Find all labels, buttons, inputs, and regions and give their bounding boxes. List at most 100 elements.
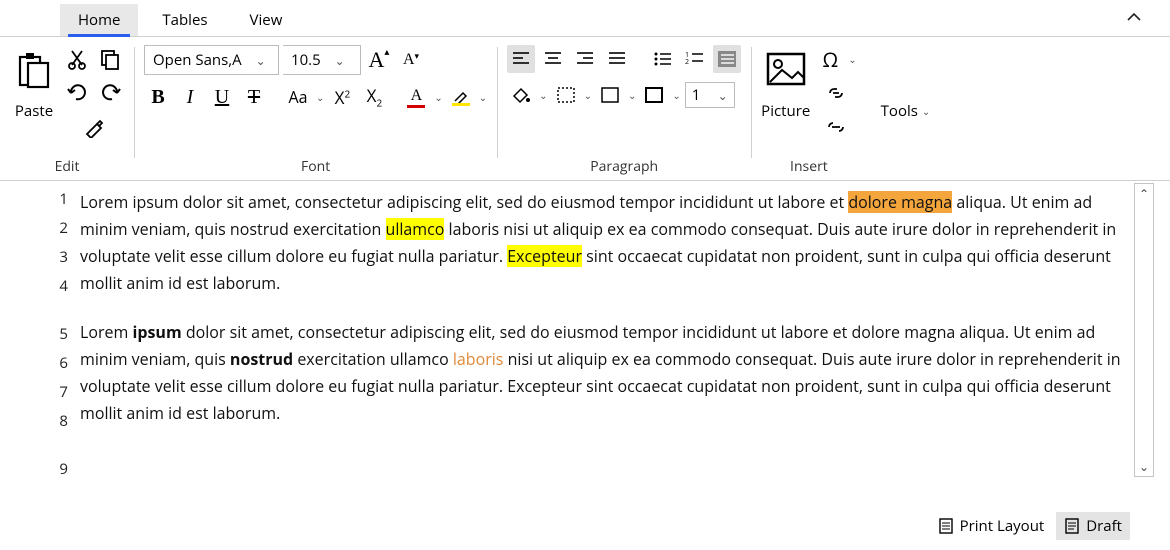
fill-color-button[interactable]: [507, 81, 535, 109]
line-number: 4: [59, 276, 68, 296]
scroll-up-icon[interactable]: ⌃: [1139, 184, 1149, 203]
font-size-value: 10.5: [283, 50, 329, 70]
copy-button[interactable]: [96, 45, 124, 73]
chevron-down-icon[interactable]: ⌄: [316, 90, 324, 104]
tab-home[interactable]: Home: [60, 4, 138, 36]
grow-font-button[interactable]: A▴: [365, 46, 393, 74]
cut-button[interactable]: [64, 45, 92, 73]
chevron-down-icon[interactable]: ⌄: [628, 88, 636, 102]
chevron-down-icon[interactable]: ⌄: [584, 88, 592, 102]
colored-text: laboris: [453, 348, 504, 370]
insert-hyperlink-button[interactable]: [822, 79, 850, 107]
border-style-button[interactable]: [596, 81, 624, 109]
chevron-down-icon[interactable]: ⌄: [329, 52, 351, 69]
scroll-down-icon[interactable]: ⌄: [1139, 457, 1149, 476]
tools-menu-button[interactable]: Tools ⌄: [871, 95, 941, 127]
chevron-down-icon[interactable]: ⌄: [712, 87, 734, 104]
bold-text: ipsum: [132, 321, 181, 343]
highlight-color-button[interactable]: [447, 83, 475, 111]
document-area: 1 2 3 4 5 6 7 8 9 Lorem ipsum dolor sit …: [0, 181, 1170, 479]
undo-button[interactable]: [64, 79, 92, 107]
line-numbering-button[interactable]: [713, 45, 741, 73]
align-justify-button[interactable]: [603, 45, 631, 73]
line-number: 1: [59, 189, 68, 209]
change-case-button[interactable]: Aa: [284, 83, 312, 111]
vertical-scrollbar[interactable]: ⌃ ⌄: [1134, 183, 1154, 477]
view-print-layout-button[interactable]: Print Layout: [930, 512, 1053, 540]
highlighted-text: ullamco: [386, 218, 445, 240]
ribbon: Paste: [0, 37, 1170, 181]
text-run: Lorem ipsum dolor sit amet, consectetur …: [80, 191, 848, 213]
numbered-list-button[interactable]: 12: [681, 45, 709, 73]
bold-text: nostrud: [230, 348, 293, 370]
ribbon-tabs: Home Tables View: [0, 0, 1170, 37]
align-center-button[interactable]: [539, 45, 567, 73]
line-number: 2: [59, 218, 68, 238]
insert-symbol-button[interactable]: Ω: [816, 45, 844, 73]
chevron-down-icon[interactable]: ⌄: [848, 52, 856, 66]
chevron-down-icon[interactable]: ⌄: [250, 52, 272, 69]
status-bar: Print Layout Draft: [930, 512, 1130, 540]
text-run: exercitation ullamco: [293, 348, 453, 370]
font-color-button[interactable]: A: [402, 83, 430, 111]
insert-picture-label: Picture: [761, 101, 810, 121]
highlighted-text: dolore magna: [848, 191, 952, 213]
paragraph-1[interactable]: Lorem ipsum dolor sit amet, consectetur …: [80, 189, 1130, 297]
tab-tables[interactable]: Tables: [144, 4, 225, 36]
format-painter-button[interactable]: [80, 113, 108, 141]
line-number: 3: [59, 247, 68, 267]
group-font: Open Sans,A ⌄ 10.5 ⌄ A▴ A▾ B I U T: [134, 41, 497, 180]
page-icon: [938, 518, 954, 534]
font-name-combo[interactable]: Open Sans,A ⌄: [144, 45, 279, 75]
chevron-down-icon[interactable]: ⌄: [672, 88, 680, 102]
italic-button[interactable]: I: [176, 83, 204, 111]
group-insert: Picture Ω ⌄ Insert: [751, 41, 867, 180]
align-right-button[interactable]: [571, 45, 599, 73]
line-number: 6: [59, 353, 68, 373]
chevron-down-icon[interactable]: ⌄: [539, 88, 547, 102]
tools-label: Tools: [881, 101, 918, 121]
group-edit-label: Edit: [55, 155, 80, 178]
insert-link-break-button[interactable]: [822, 113, 850, 141]
tab-view[interactable]: View: [232, 4, 301, 36]
shrink-font-button[interactable]: A▾: [397, 46, 425, 74]
font-name-value: Open Sans,A: [145, 50, 250, 70]
group-paragraph: 12 ⌄ ⌄ ⌄: [497, 41, 751, 180]
highlighted-text: Excepteur: [507, 245, 582, 267]
svg-text:2: 2: [685, 58, 689, 67]
view-print-layout-label: Print Layout: [960, 516, 1045, 536]
redo-button[interactable]: [96, 79, 124, 107]
change-case-label: Aa: [288, 86, 307, 108]
group-font-label: Font: [301, 155, 330, 178]
view-draft-button[interactable]: Draft: [1056, 512, 1130, 540]
paste-label: Paste: [15, 101, 53, 121]
border-outer-button[interactable]: [640, 81, 668, 109]
group-edit: Paste: [0, 41, 134, 180]
insert-picture-button[interactable]: [762, 45, 810, 93]
group-paragraph-label: Paragraph: [590, 155, 658, 178]
line-number: 9: [59, 459, 68, 479]
omega-icon: Ω: [822, 46, 838, 73]
borders-button[interactable]: [552, 81, 580, 109]
superscript-button[interactable]: X2: [328, 83, 356, 111]
strikethrough-button[interactable]: T: [240, 83, 268, 111]
collapse-ribbon-icon[interactable]: [1126, 8, 1142, 30]
subscript-button[interactable]: X2: [360, 83, 388, 111]
indent-spinner[interactable]: 1 ⌄: [685, 82, 735, 108]
line-number-gutter: 1 2 3 4 5 6 7 8 9: [0, 181, 80, 479]
view-draft-label: Draft: [1086, 516, 1122, 536]
group-insert-label: Insert: [790, 155, 828, 178]
paragraph-2[interactable]: Lorem ipsum dolor sit amet, consectetur …: [80, 319, 1130, 427]
underline-button[interactable]: U: [208, 83, 236, 111]
indent-value: 1: [686, 85, 712, 105]
chevron-down-icon[interactable]: ⌄: [434, 90, 442, 104]
font-size-combo[interactable]: 10.5 ⌄: [283, 45, 361, 75]
align-left-button[interactable]: [507, 45, 535, 73]
document-body[interactable]: Lorem ipsum dolor sit amet, consectetur …: [80, 181, 1170, 479]
line-number: 8: [59, 411, 68, 431]
chevron-down-icon[interactable]: ⌄: [479, 90, 487, 104]
paste-button[interactable]: [10, 45, 58, 93]
bullet-list-button[interactable]: [649, 45, 677, 73]
line-number: 5: [59, 324, 68, 344]
bold-button[interactable]: B: [144, 83, 172, 111]
